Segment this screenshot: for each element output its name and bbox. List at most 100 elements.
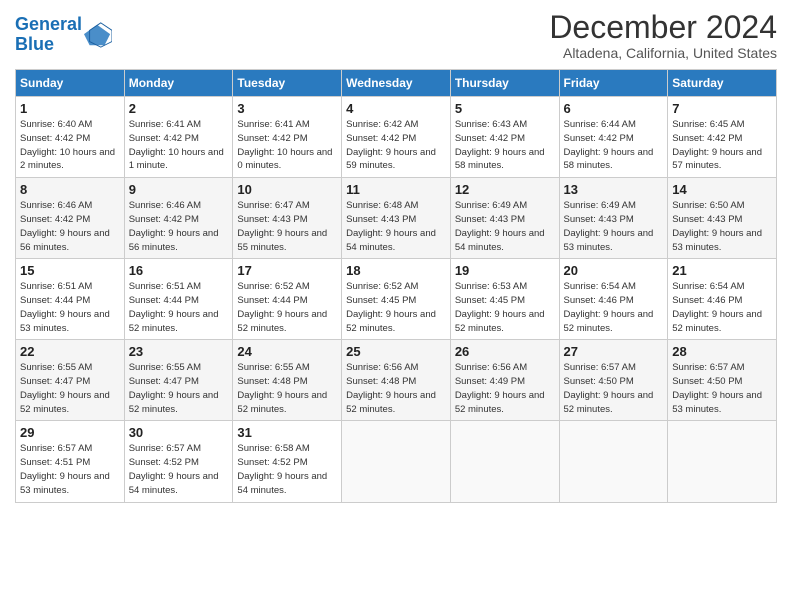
day-number: 2: [129, 101, 229, 116]
day-number: 7: [672, 101, 772, 116]
calendar-cell: 20Sunrise: 6:54 AMSunset: 4:46 PMDayligh…: [559, 259, 668, 340]
calendar-cell: 16 Sunrise: 6:51 AMSunset: 4:44 PMDayligh…: [124, 259, 233, 340]
day-number: 5: [455, 101, 555, 116]
col-header-sunday: Sunday: [16, 70, 125, 97]
calendar-cell: 9Sunrise: 6:46 AMSunset: 4:42 PMDaylight…: [124, 178, 233, 259]
cell-info: Sunrise: 6:51 AMSunset: 4:44 PMDaylight:…: [20, 280, 120, 335]
day-number: 4: [346, 101, 446, 116]
cell-info: Sunrise: 6:55 AMSunset: 4:48 PMDaylight:…: [237, 361, 337, 416]
calendar-cell: 8 Sunrise: 6:46 AMSunset: 4:42 PMDaylight…: [16, 178, 125, 259]
day-number: 27: [564, 344, 664, 359]
cell-info: Sunrise: 6:55 AMSunset: 4:47 PMDaylight:…: [20, 361, 120, 416]
cell-info: Sunrise: 6:43 AMSunset: 4:42 PMDaylight:…: [455, 118, 555, 173]
day-number: 8: [20, 182, 120, 197]
col-header-saturday: Saturday: [668, 70, 777, 97]
cell-info: Sunrise: 6:46 AMSunset: 4:42 PMDaylight:…: [129, 199, 229, 254]
logo-line2: Blue: [15, 34, 54, 54]
calendar-cell: 17 Sunrise: 6:52 AMSunset: 4:44 PMDayligh…: [233, 259, 342, 340]
calendar-cell: 22 Sunrise: 6:55 AMSunset: 4:47 PMDayligh…: [16, 340, 125, 421]
day-number: 3: [237, 101, 337, 116]
calendar-cell: 27 Sunrise: 6:57 AMSunset: 4:50 PMDayligh…: [559, 340, 668, 421]
calendar-week-1: 1 Sunrise: 6:40 AMSunset: 4:42 PMDaylight…: [16, 97, 777, 178]
day-number: 28: [672, 344, 772, 359]
day-number: 18: [346, 263, 446, 278]
title-block: December 2024 Altadena, California, Unit…: [549, 10, 777, 61]
subtitle: Altadena, California, United States: [549, 45, 777, 61]
calendar-cell: 21 Sunrise: 6:54 AMSunset: 4:46 PMDayligh…: [668, 259, 777, 340]
day-number: 13: [564, 182, 664, 197]
day-number: 21: [672, 263, 772, 278]
calendar-cell: 14 Sunrise: 6:50 AMSunset: 4:43 PMDayligh…: [668, 178, 777, 259]
cell-info: Sunrise: 6:41 AMSunset: 4:42 PMDaylight:…: [237, 118, 337, 173]
calendar-cell: 24 Sunrise: 6:55 AMSunset: 4:48 PMDayligh…: [233, 340, 342, 421]
calendar-table: SundayMondayTuesdayWednesdayThursdayFrid…: [15, 69, 777, 502]
day-number: 17: [237, 263, 337, 278]
cell-info: Sunrise: 6:41 AMSunset: 4:42 PMDaylight:…: [129, 118, 229, 173]
calendar-cell: 7Sunrise: 6:45 AMSunset: 4:42 PMDaylight…: [668, 97, 777, 178]
day-number: 11: [346, 182, 446, 197]
calendar-cell: 19Sunrise: 6:53 AMSunset: 4:45 PMDayligh…: [450, 259, 559, 340]
cell-info: Sunrise: 6:55 AMSunset: 4:47 PMDaylight:…: [129, 361, 229, 416]
cell-info: Sunrise: 6:46 AMSunset: 4:42 PMDaylight:…: [20, 199, 120, 254]
day-number: 19: [455, 263, 555, 278]
calendar-cell: 2 Sunrise: 6:41 AMSunset: 4:42 PMDaylight…: [124, 97, 233, 178]
calendar-week-2: 8 Sunrise: 6:46 AMSunset: 4:42 PMDaylight…: [16, 178, 777, 259]
day-number: 26: [455, 344, 555, 359]
calendar-cell: 15 Sunrise: 6:51 AMSunset: 4:44 PMDayligh…: [16, 259, 125, 340]
calendar-cell: 28 Sunrise: 6:57 AMSunset: 4:50 PMDayligh…: [668, 340, 777, 421]
cell-info: Sunrise: 6:42 AMSunset: 4:42 PMDaylight:…: [346, 118, 446, 173]
calendar-cell: 30 Sunrise: 6:57 AMSunset: 4:52 PMDayligh…: [124, 421, 233, 502]
calendar-cell: 26 Sunrise: 6:56 AMSunset: 4:49 PMDayligh…: [450, 340, 559, 421]
cell-info: Sunrise: 6:40 AMSunset: 4:42 PMDaylight:…: [20, 118, 120, 173]
day-number: 16: [129, 263, 229, 278]
calendar-cell: 12 Sunrise: 6:49 AMSunset: 4:43 PMDayligh…: [450, 178, 559, 259]
cell-info: Sunrise: 6:47 AMSunset: 4:43 PMDaylight:…: [237, 199, 337, 254]
day-number: 23: [129, 344, 229, 359]
main-title: December 2024: [549, 10, 777, 45]
col-header-tuesday: Tuesday: [233, 70, 342, 97]
calendar-cell: 23 Sunrise: 6:55 AMSunset: 4:47 PMDayligh…: [124, 340, 233, 421]
cell-info: Sunrise: 6:44 AMSunset: 4:42 PMDaylight:…: [564, 118, 664, 173]
cell-info: Sunrise: 6:58 AMSunset: 4:52 PMDaylight:…: [237, 442, 337, 497]
day-number: 15: [20, 263, 120, 278]
cell-info: Sunrise: 6:54 AMSunset: 4:46 PMDaylight:…: [564, 280, 664, 335]
calendar-cell: [342, 421, 451, 502]
logo-icon: [84, 21, 112, 49]
header: General Blue December 2024 Altadena, Cal…: [15, 10, 777, 61]
day-number: 22: [20, 344, 120, 359]
calendar-cell: 5 Sunrise: 6:43 AMSunset: 4:42 PMDaylight…: [450, 97, 559, 178]
calendar-cell: [450, 421, 559, 502]
cell-info: Sunrise: 6:57 AMSunset: 4:50 PMDaylight:…: [564, 361, 664, 416]
cell-info: Sunrise: 6:51 AMSunset: 4:44 PMDaylight:…: [129, 280, 229, 335]
cell-info: Sunrise: 6:56 AMSunset: 4:48 PMDaylight:…: [346, 361, 446, 416]
calendar-cell: 10Sunrise: 6:47 AMSunset: 4:43 PMDayligh…: [233, 178, 342, 259]
cell-info: Sunrise: 6:57 AMSunset: 4:51 PMDaylight:…: [20, 442, 120, 497]
cell-info: Sunrise: 6:57 AMSunset: 4:52 PMDaylight:…: [129, 442, 229, 497]
cell-info: Sunrise: 6:56 AMSunset: 4:49 PMDaylight:…: [455, 361, 555, 416]
header-row: SundayMondayTuesdayWednesdayThursdayFrid…: [16, 70, 777, 97]
cell-info: Sunrise: 6:49 AMSunset: 4:43 PMDaylight:…: [564, 199, 664, 254]
day-number: 29: [20, 425, 120, 440]
col-header-wednesday: Wednesday: [342, 70, 451, 97]
calendar-week-4: 22 Sunrise: 6:55 AMSunset: 4:47 PMDayligh…: [16, 340, 777, 421]
cell-info: Sunrise: 6:50 AMSunset: 4:43 PMDaylight:…: [672, 199, 772, 254]
day-number: 24: [237, 344, 337, 359]
calendar-cell: [559, 421, 668, 502]
cell-info: Sunrise: 6:57 AMSunset: 4:50 PMDaylight:…: [672, 361, 772, 416]
col-header-friday: Friday: [559, 70, 668, 97]
day-number: 1: [20, 101, 120, 116]
day-number: 25: [346, 344, 446, 359]
day-number: 12: [455, 182, 555, 197]
calendar-cell: 6 Sunrise: 6:44 AMSunset: 4:42 PMDaylight…: [559, 97, 668, 178]
cell-info: Sunrise: 6:49 AMSunset: 4:43 PMDaylight:…: [455, 199, 555, 254]
day-number: 30: [129, 425, 229, 440]
cell-info: Sunrise: 6:52 AMSunset: 4:44 PMDaylight:…: [237, 280, 337, 335]
day-number: 14: [672, 182, 772, 197]
logo: General Blue: [15, 15, 112, 55]
day-number: 6: [564, 101, 664, 116]
calendar-cell: 3 Sunrise: 6:41 AMSunset: 4:42 PMDaylight…: [233, 97, 342, 178]
calendar-cell: 11Sunrise: 6:48 AMSunset: 4:43 PMDayligh…: [342, 178, 451, 259]
cell-info: Sunrise: 6:54 AMSunset: 4:46 PMDaylight:…: [672, 280, 772, 335]
calendar-cell: 13 Sunrise: 6:49 AMSunset: 4:43 PMDayligh…: [559, 178, 668, 259]
col-header-thursday: Thursday: [450, 70, 559, 97]
